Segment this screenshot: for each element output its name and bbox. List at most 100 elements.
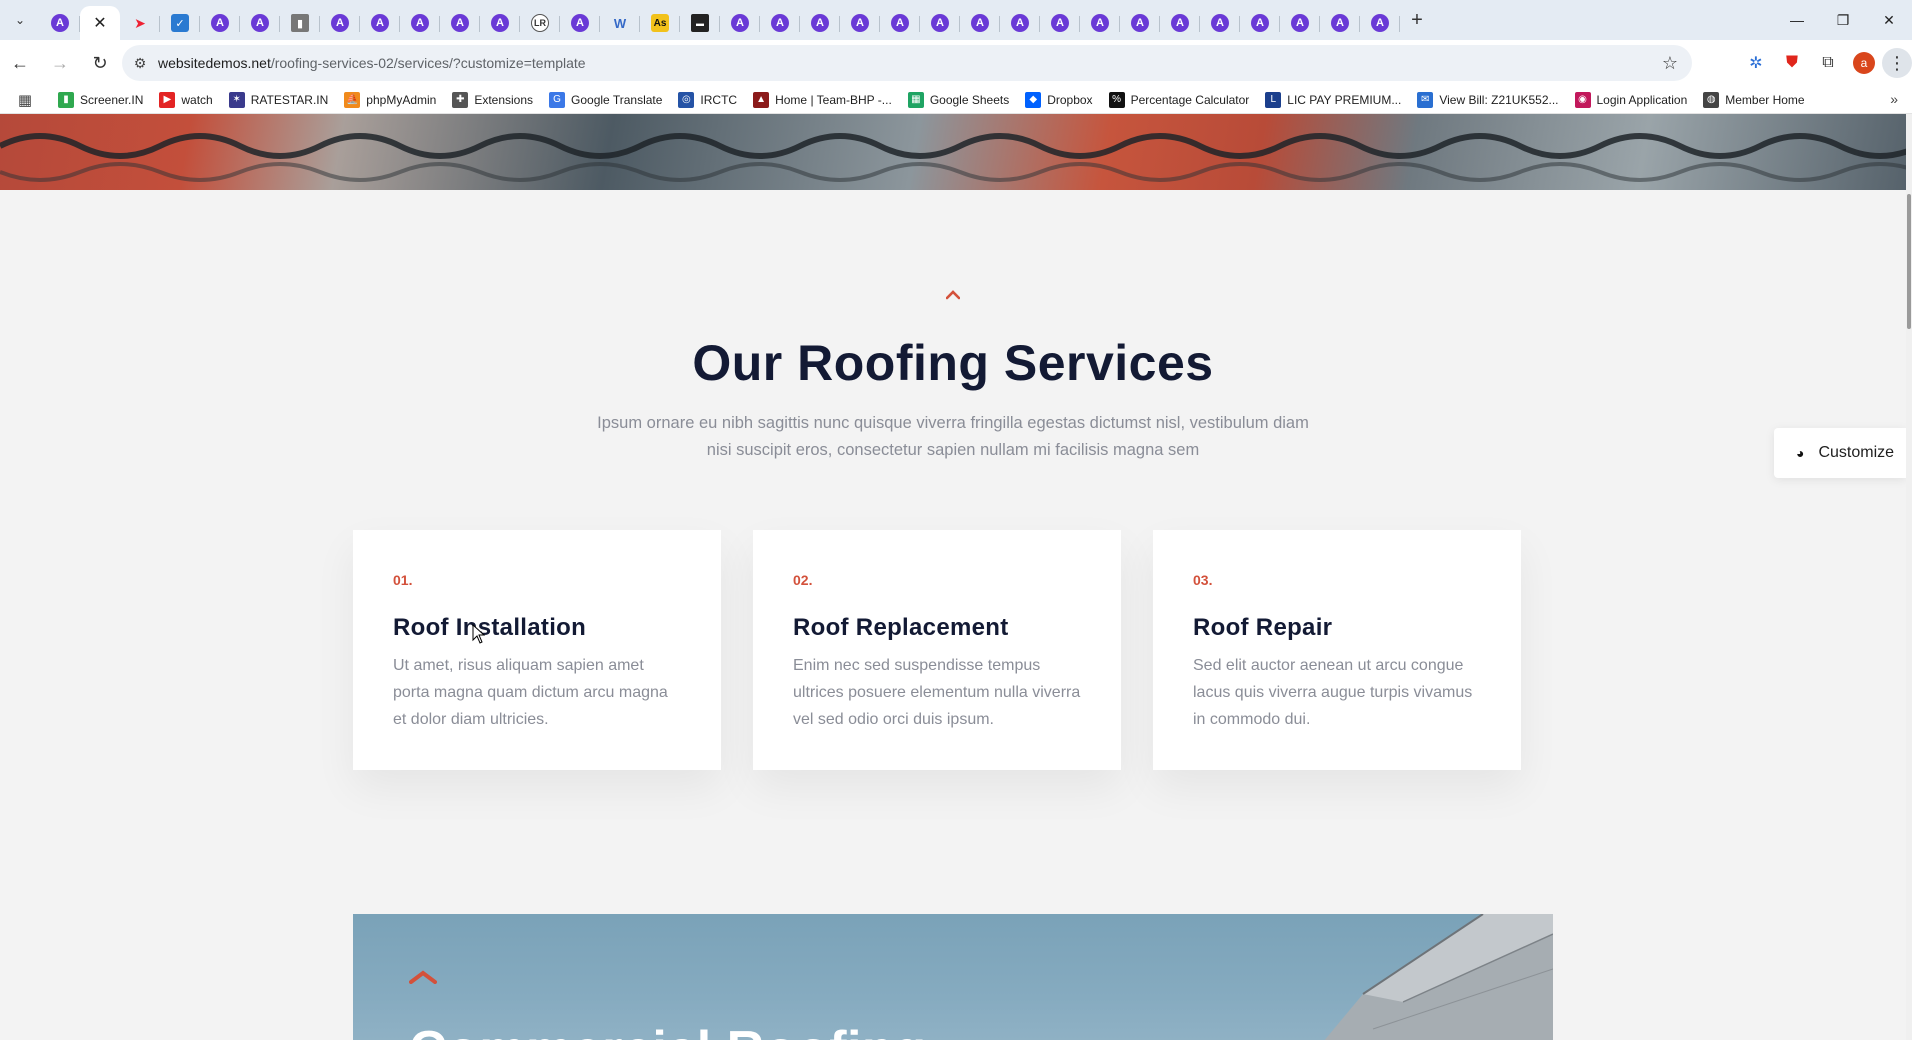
close-tab-icon[interactable]: ✕ xyxy=(93,13,106,33)
extension-icon[interactable]: ✲ xyxy=(1738,45,1774,81)
site-favicon-icon: A xyxy=(1171,14,1189,32)
bookmark-label: Member Home xyxy=(1725,92,1805,107)
site-info-icon[interactable]: ⚙ xyxy=(122,55,158,72)
service-number: 01. xyxy=(393,572,413,588)
browser-tab[interactable]: A xyxy=(480,6,520,40)
browser-tab[interactable]: A xyxy=(840,6,880,40)
bookmark-star-icon[interactable]: ☆ xyxy=(1662,53,1678,74)
browser-tab[interactable]: A xyxy=(920,6,960,40)
service-title: Roof Repair xyxy=(1193,614,1333,641)
bookmark-item[interactable]: G Google Translate xyxy=(541,86,670,114)
browser-tab[interactable]: A xyxy=(320,6,360,40)
browser-tab[interactable]: A xyxy=(1080,6,1120,40)
browser-tab[interactable]: A xyxy=(760,6,800,40)
browser-tab-active[interactable]: ✕ xyxy=(80,6,120,40)
chevron-down-icon: ⌄ xyxy=(14,13,26,27)
apps-grid-icon[interactable]: ▦ xyxy=(0,91,50,109)
bookmark-item[interactable]: ▦ Google Sheets xyxy=(900,86,1017,114)
site-favicon-icon: A xyxy=(491,14,509,32)
lic-icon: L xyxy=(1265,91,1282,108)
bookmark-item[interactable]: ◍ Member Home xyxy=(1695,86,1812,114)
browser-tab[interactable]: A xyxy=(1280,6,1320,40)
bookmark-item[interactable]: % Percentage Calculator xyxy=(1101,86,1258,114)
roof-chevron-icon xyxy=(946,290,960,300)
forward-button[interactable]: → xyxy=(40,43,80,83)
browser-tab[interactable]: A xyxy=(360,6,400,40)
browser-menu-icon[interactable]: ⋮ xyxy=(1882,48,1912,78)
browser-tab[interactable]: ➤ xyxy=(120,6,160,40)
w-favicon-icon: W xyxy=(613,15,627,31)
customize-button[interactable]: ◕ Customize xyxy=(1774,428,1906,478)
browser-tab[interactable]: A xyxy=(440,6,480,40)
url-path: /roofing-services-02/services/?customize… xyxy=(270,55,586,71)
puzzle-icon[interactable]: ⧉ xyxy=(1810,45,1846,81)
site-favicon-icon: A xyxy=(1371,14,1389,32)
new-tab-button[interactable]: + xyxy=(1400,0,1434,40)
profile-avatar[interactable]: a xyxy=(1853,52,1875,74)
bookmarks-overflow-icon[interactable]: » xyxy=(1890,91,1898,107)
ratestar-icon: ✶ xyxy=(228,91,245,108)
browser-tab[interactable]: A xyxy=(1160,6,1200,40)
browser-tab[interactable]: As xyxy=(640,6,680,40)
browser-tab[interactable]: A xyxy=(1360,6,1400,40)
bookmark-item[interactable]: ✶ RATESTAR.IN xyxy=(221,86,337,114)
bookmark-item[interactable]: ✚ Extensions xyxy=(444,86,541,114)
browser-tab[interactable]: A xyxy=(40,6,80,40)
restore-button[interactable]: ❐ xyxy=(1820,0,1866,40)
mouse-cursor-icon xyxy=(472,624,486,644)
url-text[interactable]: websitedemos.net/roofing-services-02/ser… xyxy=(158,55,586,71)
bookmark-item[interactable]: ▶ watch xyxy=(151,86,220,114)
service-description: Enim nec sed suspendisse tempus ultrices… xyxy=(793,657,1081,728)
browser-tab[interactable]: A xyxy=(560,6,600,40)
bookmark-item[interactable]: ◉ Login Application xyxy=(1567,86,1696,114)
bookmark-item[interactable]: ◎ IRCTC xyxy=(670,86,745,114)
youtube-icon: ▶ xyxy=(159,91,176,108)
site-favicon-icon: A xyxy=(1331,14,1349,32)
browser-tab[interactable]: LR xyxy=(520,6,560,40)
services-cards: 01. Roof Installation Ut amet, risus ali… xyxy=(353,530,1521,770)
minimize-button[interactable]: — xyxy=(1774,0,1820,40)
browser-tab[interactable]: A xyxy=(1240,6,1280,40)
browser-tab[interactable]: ▬ xyxy=(680,6,720,40)
commercial-roofing-banner: Commercial Roofing xyxy=(353,914,1553,1040)
bookmark-item[interactable]: ⛵ phpMyAdmin xyxy=(336,86,444,114)
browser-tab[interactable]: A xyxy=(1320,6,1360,40)
browser-tab[interactable]: A xyxy=(200,6,240,40)
browser-tab[interactable]: A xyxy=(1040,6,1080,40)
browser-tab[interactable]: A xyxy=(960,6,1000,40)
browser-tab[interactable]: ✓ xyxy=(160,6,200,40)
bookmark-label: Login Application xyxy=(1596,92,1688,107)
browser-tab[interactable]: A xyxy=(880,6,920,40)
page-scrollbar[interactable] xyxy=(1906,114,1912,1040)
bookmark-item[interactable]: ▲ Home | Team-BHP -... xyxy=(745,86,900,114)
bookmark-label: Screener.IN xyxy=(80,92,144,107)
bookmark-item[interactable]: ◆ Dropbox xyxy=(1017,86,1100,114)
shield-extension-icon[interactable]: ⛊ xyxy=(1774,45,1810,81)
browser-tab[interactable]: A xyxy=(720,6,760,40)
close-window-button[interactable]: ✕ xyxy=(1866,0,1912,40)
browser-tab[interactable]: A xyxy=(1120,6,1160,40)
tab-strip: ⌄ A ✕ ➤ ✓ A A ▮ A A A A A LR A W As ▬ A … xyxy=(0,0,1912,40)
scrollbar-thumb[interactable] xyxy=(1907,194,1911,329)
browser-tab[interactable]: ▮ xyxy=(280,6,320,40)
back-button[interactable]: ← xyxy=(0,43,40,83)
bookmark-item[interactable]: L LIC PAY PREMIUM... xyxy=(1257,86,1409,114)
address-bar[interactable]: ⚙ websitedemos.net/roofing-services-02/s… xyxy=(122,45,1692,81)
plus-icon: + xyxy=(1411,8,1423,31)
browser-tab[interactable]: A xyxy=(800,6,840,40)
browser-tab[interactable]: A xyxy=(240,6,280,40)
browser-tab[interactable]: A xyxy=(400,6,440,40)
reload-button[interactable]: ↻ xyxy=(80,43,120,83)
tab-search-button[interactable]: ⌄ xyxy=(0,0,40,40)
bookmark-label: phpMyAdmin xyxy=(366,92,437,107)
lr-favicon-icon: LR xyxy=(531,14,549,32)
bookmark-item[interactable]: ✉ View Bill: Z21UK552... xyxy=(1409,86,1566,114)
section-title: Our Roofing Services xyxy=(692,335,1214,391)
bookmark-item[interactable]: ▮ Screener.IN xyxy=(50,86,151,114)
service-title: Roof Installation xyxy=(393,614,587,641)
browser-tab[interactable]: A xyxy=(1000,6,1040,40)
service-card: 03. Roof Repair Sed elit auctor aenean u… xyxy=(1153,530,1521,770)
browser-tab[interactable]: W xyxy=(600,6,640,40)
roof-tile-shadow xyxy=(0,162,1906,182)
browser-tab[interactable]: A xyxy=(1200,6,1240,40)
